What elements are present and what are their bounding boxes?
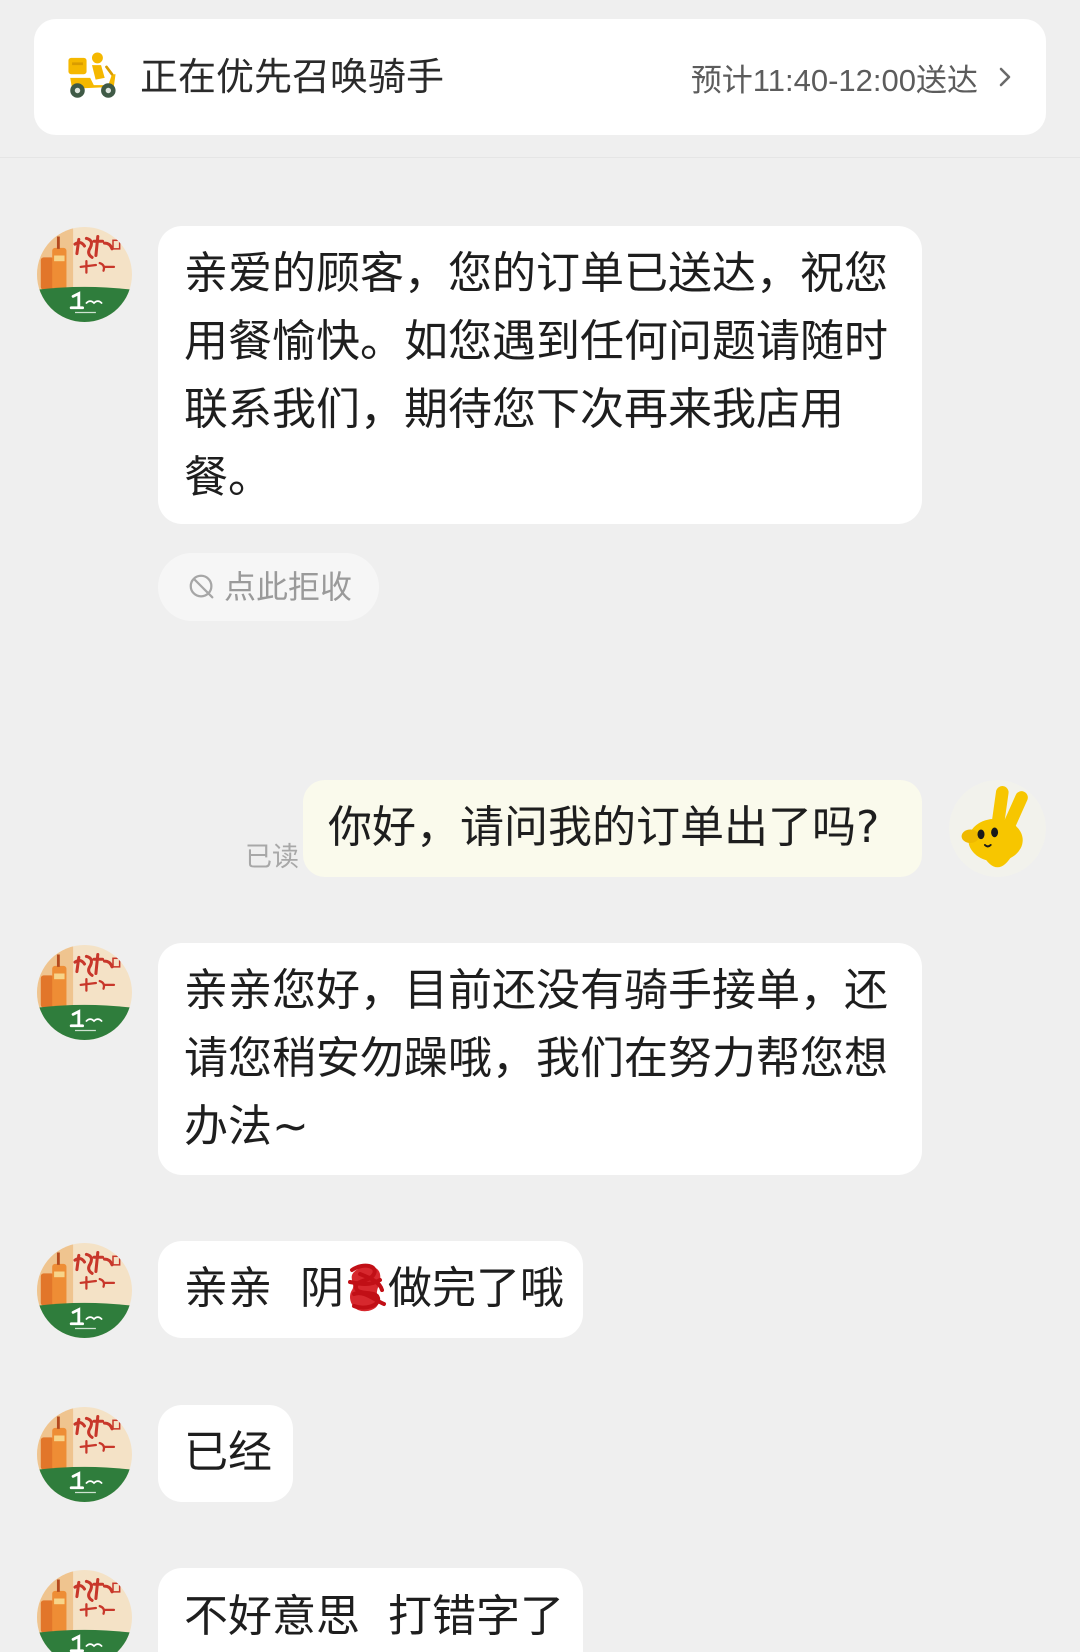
store-avatar[interactable] (37, 227, 132, 322)
message-text-line: 已经 (184, 1427, 272, 1478)
message-text-before-redaction: 亲亲 阴 (184, 1263, 344, 1314)
store-avatar[interactable] (37, 1243, 132, 1338)
delivery-eta-text: 预计11:40-12:00送达 (690, 62, 978, 98)
message-text-line: 亲亲 阴 做完了哦 (184, 1255, 564, 1323)
delivery-scooter-icon (63, 47, 121, 105)
chevron-right-icon (998, 65, 1012, 89)
delivery-status-banner[interactable]: 正在优先召唤骑手 预计11:40-12:00送达 (34, 19, 1046, 135)
message-text-after-redaction: 做完了哦 (387, 1263, 564, 1314)
user-avatar[interactable] (949, 780, 1046, 877)
incoming-message-bubble: 不好意思 打错字了 (158, 1568, 583, 1652)
message-text-line: 亲亲您好，目前还没有骑手接单，还 (184, 965, 888, 1016)
incoming-message-bubble: 已经 (158, 1405, 293, 1502)
message-text-line: 用餐愉快。如您遇到任何问题请随时 (184, 316, 888, 367)
message-text-line: 联系我们，期待您下次再来我店用 (184, 384, 844, 435)
store-avatar[interactable] (37, 945, 132, 1040)
incoming-message-bubble: 亲亲您好，目前还没有骑手接单，还 请您稍安勿躁哦，我们在努力帮您想 办法~ (158, 943, 922, 1175)
incoming-message-bubble: 亲亲 阴 做完了哦 (158, 1241, 583, 1338)
message-text-line: 不好意思 打错字了 (184, 1591, 564, 1642)
store-avatar[interactable] (37, 1407, 132, 1502)
reject-icon (187, 572, 217, 602)
message-text-line: 你好，请问我的订单出了吗? (328, 802, 880, 853)
reject-delivery-button[interactable]: 点此拒收 (158, 553, 379, 621)
redaction-scribble (344, 1260, 388, 1316)
store-avatar[interactable] (37, 1570, 132, 1652)
message-text-line: 办法~ (184, 1101, 309, 1152)
message-text-line: 请您稍安勿躁哦，我们在努力帮您想 (184, 1033, 888, 1084)
delivery-eta-link[interactable]: 预计11:40-12:00送达 (691, 19, 1012, 135)
chat-screen: 正在优先召唤骑手 预计11:40-12:00送达 亲爱的顾客，您的订单已送达，祝… (0, 0, 1080, 1652)
message-text-line: 餐。 (184, 452, 272, 503)
outgoing-message-bubble: 你好，请问我的订单出了吗? (303, 780, 922, 877)
message-text-line: 亲爱的顾客，您的订单已送达，祝您 (184, 248, 888, 299)
delivery-status-text: 正在优先召唤骑手 (140, 55, 445, 99)
incoming-message-bubble: 亲爱的顾客，您的订单已送达，祝您 用餐愉快。如您遇到任何问题请随时 联系我们，期… (158, 226, 922, 524)
header-divider (0, 157, 1080, 158)
read-receipt: 已读 (245, 842, 299, 873)
reject-delivery-label: 点此拒收 (224, 568, 353, 606)
